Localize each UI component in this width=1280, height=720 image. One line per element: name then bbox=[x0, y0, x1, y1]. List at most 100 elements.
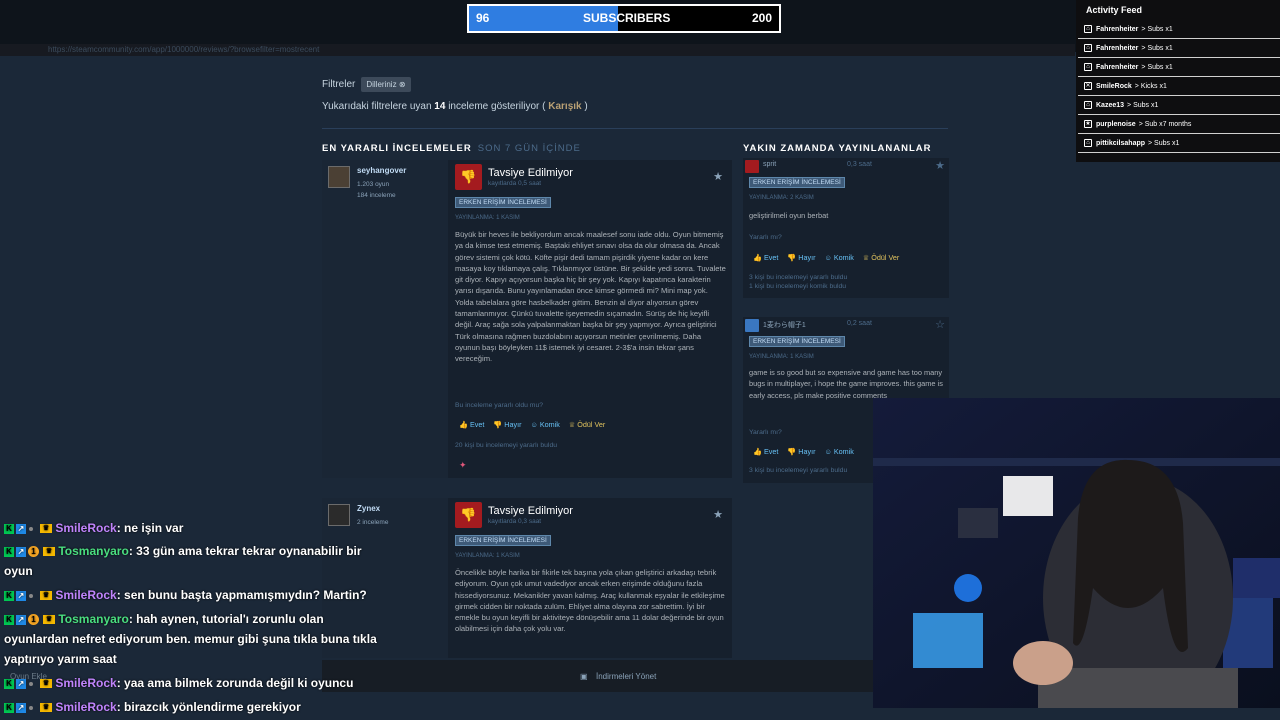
chat-username[interactable]: SmileRock bbox=[55, 588, 116, 602]
reviewer-games[interactable]: 1.203 oyun bbox=[357, 179, 396, 190]
chat-message: K ↗ 1 ♛ Tosmanyaro: 33 gün ama tekrar tekra… bbox=[4, 541, 414, 581]
activity-feed-user: purplenoise bbox=[1096, 120, 1136, 128]
helpful-count: 3 kişi bu incelemeyi yararlı buldu bbox=[749, 467, 848, 474]
award-icon: ✦ bbox=[459, 460, 467, 470]
star-icon[interactable]: ☆ bbox=[935, 318, 945, 331]
vote-no-button[interactable]: 👎 Hayır bbox=[787, 447, 815, 456]
thumbs-up-icon bbox=[745, 319, 759, 332]
vote-funny-button[interactable]: ☺ Komik bbox=[824, 253, 853, 262]
review-verdict[interactable]: Tavsiye Edilmiyor bbox=[488, 167, 573, 179]
vote-no-button[interactable]: 👎 Hayır bbox=[493, 420, 521, 429]
manage-downloads-link[interactable]: İndirmeleri Yönet bbox=[596, 672, 656, 681]
download-icon[interactable]: ▣ bbox=[580, 672, 588, 681]
vote-funny-label: Komik bbox=[833, 447, 854, 456]
chat-message: K ↗ ♛ SmileRock: sen bunu başta yapmamışmı… bbox=[4, 585, 414, 605]
helpful-question: Yararlı mı? bbox=[749, 234, 782, 241]
verified-badge-icon: ↗ bbox=[16, 523, 26, 534]
activity-feed-item: ⌂ Fahrenheiter > Subs x1 bbox=[1078, 39, 1280, 58]
sub-icon: ⌂ bbox=[1084, 101, 1092, 109]
url-bar[interactable]: https://steamcommunity.com/app/1000000/r… bbox=[0, 44, 1075, 56]
award-button[interactable]: ♕ Ödül Ver bbox=[569, 420, 605, 429]
vote-no-label: Hayır bbox=[798, 253, 816, 262]
vote-yes-button[interactable]: 👍 Evet bbox=[753, 253, 778, 262]
activity-feed: Activity Feed ⌂ Fahrenheiter > Subs x1 ⌂ Fah… bbox=[1076, 0, 1280, 162]
reviewer-name[interactable]: seyhangover bbox=[357, 166, 406, 175]
chat-message: K ↗ 1 ♛ Tosmanyaro: hah aynen, tutorial'ı z… bbox=[4, 609, 414, 669]
chat-username[interactable]: Tosmanyaro bbox=[58, 544, 128, 558]
activity-feed-item: ⌂ Kazee13 > Subs x1 bbox=[1078, 96, 1280, 115]
kick-badge-icon: K bbox=[4, 702, 14, 713]
sub-icon: ⌂ bbox=[1084, 25, 1092, 33]
award-button[interactable]: ♕ Ödül Ver bbox=[863, 253, 899, 262]
chat-text: : yaa ama bilmek zorunda değil ki oyuncu bbox=[116, 676, 354, 690]
chat-text: : 33 gün ama tekrar tekrar oynanabilir b… bbox=[128, 544, 362, 558]
vote-yes-button[interactable]: 👍 Evet bbox=[753, 447, 778, 456]
reviewer-name[interactable]: Zynex bbox=[357, 504, 380, 513]
crown-badge-icon: ♛ bbox=[43, 547, 55, 557]
helpful-question: Yararlı mı? bbox=[749, 429, 782, 436]
subscriber-goal: 200 bbox=[751, 11, 772, 25]
dot-icon bbox=[29, 526, 33, 531]
recent-posted-date: YAYINLANMA: 1 KASIM bbox=[749, 354, 814, 360]
sub-months-badge-icon: 1 bbox=[28, 614, 39, 626]
early-access-badge: ERKEN ERİŞİM İNCELEMESİ bbox=[455, 197, 551, 208]
vote-yes-button[interactable]: 👍 Evet bbox=[459, 420, 484, 429]
reviewer-stats: 1.203 oyun 184 inceleme bbox=[357, 179, 396, 201]
sub-icon: ⌂ bbox=[1084, 44, 1092, 52]
verified-badge-icon: ↗ bbox=[16, 614, 26, 625]
language-filter-chip[interactable]: Dilleriniz ⊗ bbox=[361, 77, 411, 92]
verified-badge-icon: ↗ bbox=[16, 678, 26, 689]
recent-reviewer-name[interactable]: 1麦わら帽子1 bbox=[763, 320, 806, 330]
subscriber-goal-bar: 96 SUBSCRIBERS 200 bbox=[467, 4, 781, 33]
star-icon[interactable]: ★ bbox=[713, 170, 723, 183]
crown-badge-icon: ♛ bbox=[40, 524, 52, 534]
activity-feed-user: pittikcilsahapp bbox=[1096, 139, 1146, 147]
filters-label: Filtreler bbox=[322, 79, 356, 90]
vote-funny-label: Komik bbox=[833, 253, 854, 262]
chat-username[interactable]: SmileRock bbox=[55, 676, 116, 690]
chat-text-continued: oyunlardan nefret ediyorum ben. memur gi… bbox=[4, 632, 377, 646]
avatar[interactable] bbox=[328, 166, 350, 188]
vote-yes-label: Evet bbox=[763, 253, 779, 262]
section-period[interactable]: SON 7 GÜN İÇİNDE bbox=[478, 143, 581, 154]
recent-reviewer-name[interactable]: sprit bbox=[763, 161, 776, 168]
close-icon[interactable]: ⊗ bbox=[399, 80, 406, 89]
review-card: seyhangover 1.203 oyun 184 inceleme 👎 Ta… bbox=[322, 160, 732, 478]
star-icon[interactable]: ★ bbox=[935, 159, 945, 172]
activity-feed-item: ⌂ Fahrenheiter > Subs x1 bbox=[1078, 20, 1280, 39]
reviewer-reviews[interactable]: 184 inceleme bbox=[357, 190, 396, 201]
review-text: Büyük bir heves ile bekliyordum ancak ma… bbox=[455, 230, 726, 364]
early-access-badge: ERKEN ERİŞİM İNCELEMESİ bbox=[455, 535, 551, 546]
activity-feed-item: ⌂ Fahrenheiter > Subs x1 bbox=[1078, 58, 1280, 77]
activity-feed-user: Fahrenheiter bbox=[1096, 63, 1139, 71]
star-icon[interactable]: ★ bbox=[713, 508, 723, 521]
summary-rating: Karışık bbox=[548, 101, 582, 112]
chat-text: : birazcık yönlendirme gerekiyor bbox=[116, 700, 301, 714]
activity-feed-item: ★ purplenoise > Sub x7 months bbox=[1078, 115, 1280, 134]
crown-badge-icon: ♛ bbox=[40, 591, 52, 601]
vote-no-label: Hayır bbox=[798, 447, 816, 456]
chat-username[interactable]: SmileRock bbox=[55, 700, 116, 714]
verified-badge-icon: ↗ bbox=[16, 702, 26, 713]
thumbs-down-icon bbox=[745, 160, 759, 173]
activity-feed-user: Fahrenheiter bbox=[1096, 25, 1139, 33]
activity-feed-title: Activity Feed bbox=[1086, 5, 1143, 15]
vote-funny-button[interactable]: ☺ Komik bbox=[824, 447, 853, 456]
vote-funny-button[interactable]: ☺ Komik bbox=[530, 420, 559, 429]
activity-feed-action: > Subs x1 bbox=[1141, 44, 1173, 52]
funny-count: 1 kişi bu incelemeyi komik buldu bbox=[749, 283, 847, 290]
recent-review: sprit 0,3 saat ★ ERKEN ERİŞİM İNCELEMESİ… bbox=[743, 158, 949, 298]
vote-buttons: 👍 Evet 👎 Hayır ☺ Komik ♕ Ödül Ver bbox=[459, 420, 605, 429]
recent-playtime: 0,2 saat bbox=[847, 320, 872, 327]
review-playtime: kayıtlarda 0,5 saat bbox=[488, 180, 542, 187]
star-icon: ★ bbox=[1084, 120, 1092, 128]
chat-username[interactable]: SmileRock bbox=[55, 521, 116, 535]
early-access-badge: ERKEN ERİŞİM İNCELEMESİ bbox=[749, 336, 845, 347]
vote-no-button[interactable]: 👎 Hayır bbox=[787, 253, 815, 262]
verified-badge-icon: ↗ bbox=[16, 546, 26, 557]
crown-badge-icon: ♛ bbox=[40, 679, 52, 689]
crown-badge-icon: ♛ bbox=[40, 703, 52, 713]
vote-buttons: 👍 Evet 👎 Hayır ☺ Komik bbox=[753, 447, 854, 456]
chat-username[interactable]: Tosmanyaro bbox=[58, 612, 128, 626]
review-verdict[interactable]: Tavsiye Edilmiyor bbox=[488, 505, 573, 517]
